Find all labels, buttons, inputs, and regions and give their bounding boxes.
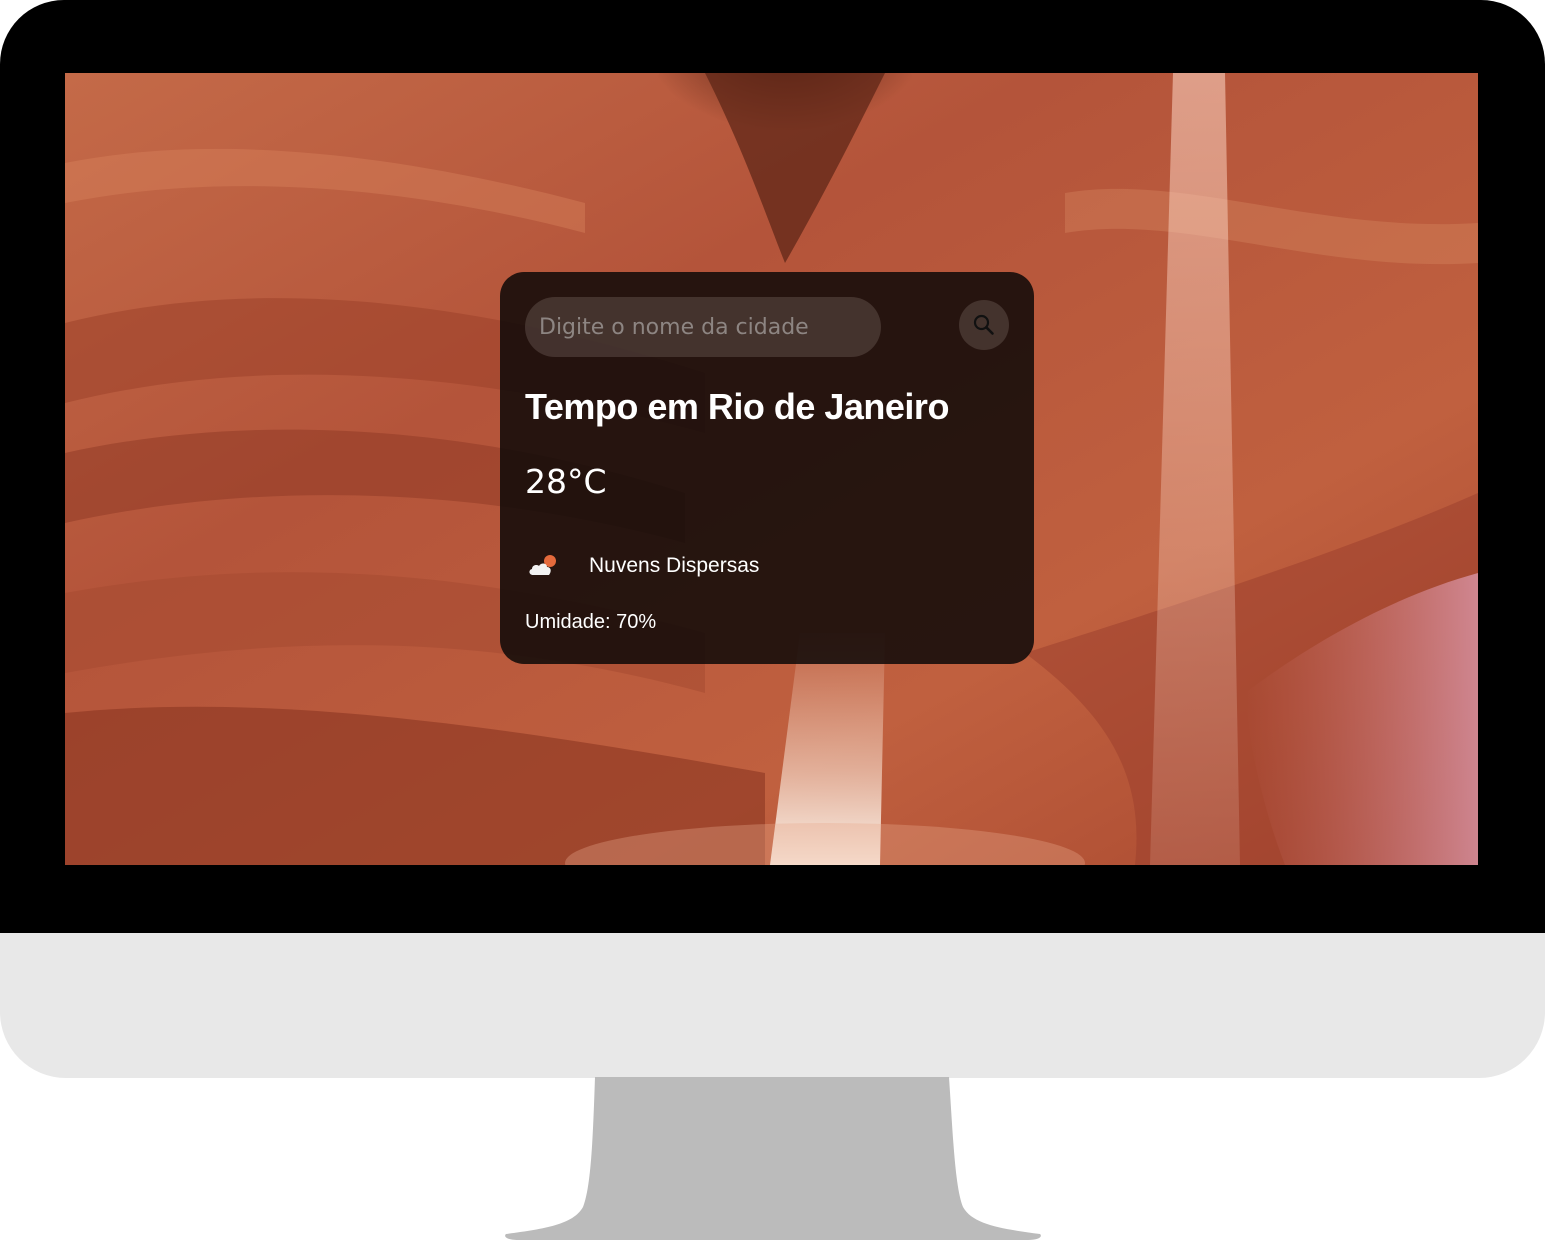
humidity: Umidade: 70%: [525, 611, 657, 633]
search-button[interactable]: [959, 300, 1009, 350]
browser-viewport: Tempo em Rio de Janeiro 28°C Nuvens Disp…: [65, 73, 1478, 865]
monitor-mockup: Tempo em Rio de Janeiro 28°C Nuvens Disp…: [0, 0, 1545, 1240]
scattered-clouds-icon: [529, 555, 556, 575]
monitor-stand: [503, 1077, 1043, 1240]
city-title: Tempo em Rio de Janeiro: [525, 386, 949, 427]
monitor-chin: [0, 933, 1545, 1078]
weather-card: Tempo em Rio de Janeiro 28°C Nuvens Disp…: [500, 272, 1034, 664]
city-search-input[interactable]: [525, 297, 881, 357]
weather-condition: Nuvens Dispersas: [525, 549, 759, 583]
temperature: 28°C: [525, 462, 607, 501]
search-icon: [973, 314, 994, 335]
condition-text: Nuvens Dispersas: [589, 554, 760, 577]
